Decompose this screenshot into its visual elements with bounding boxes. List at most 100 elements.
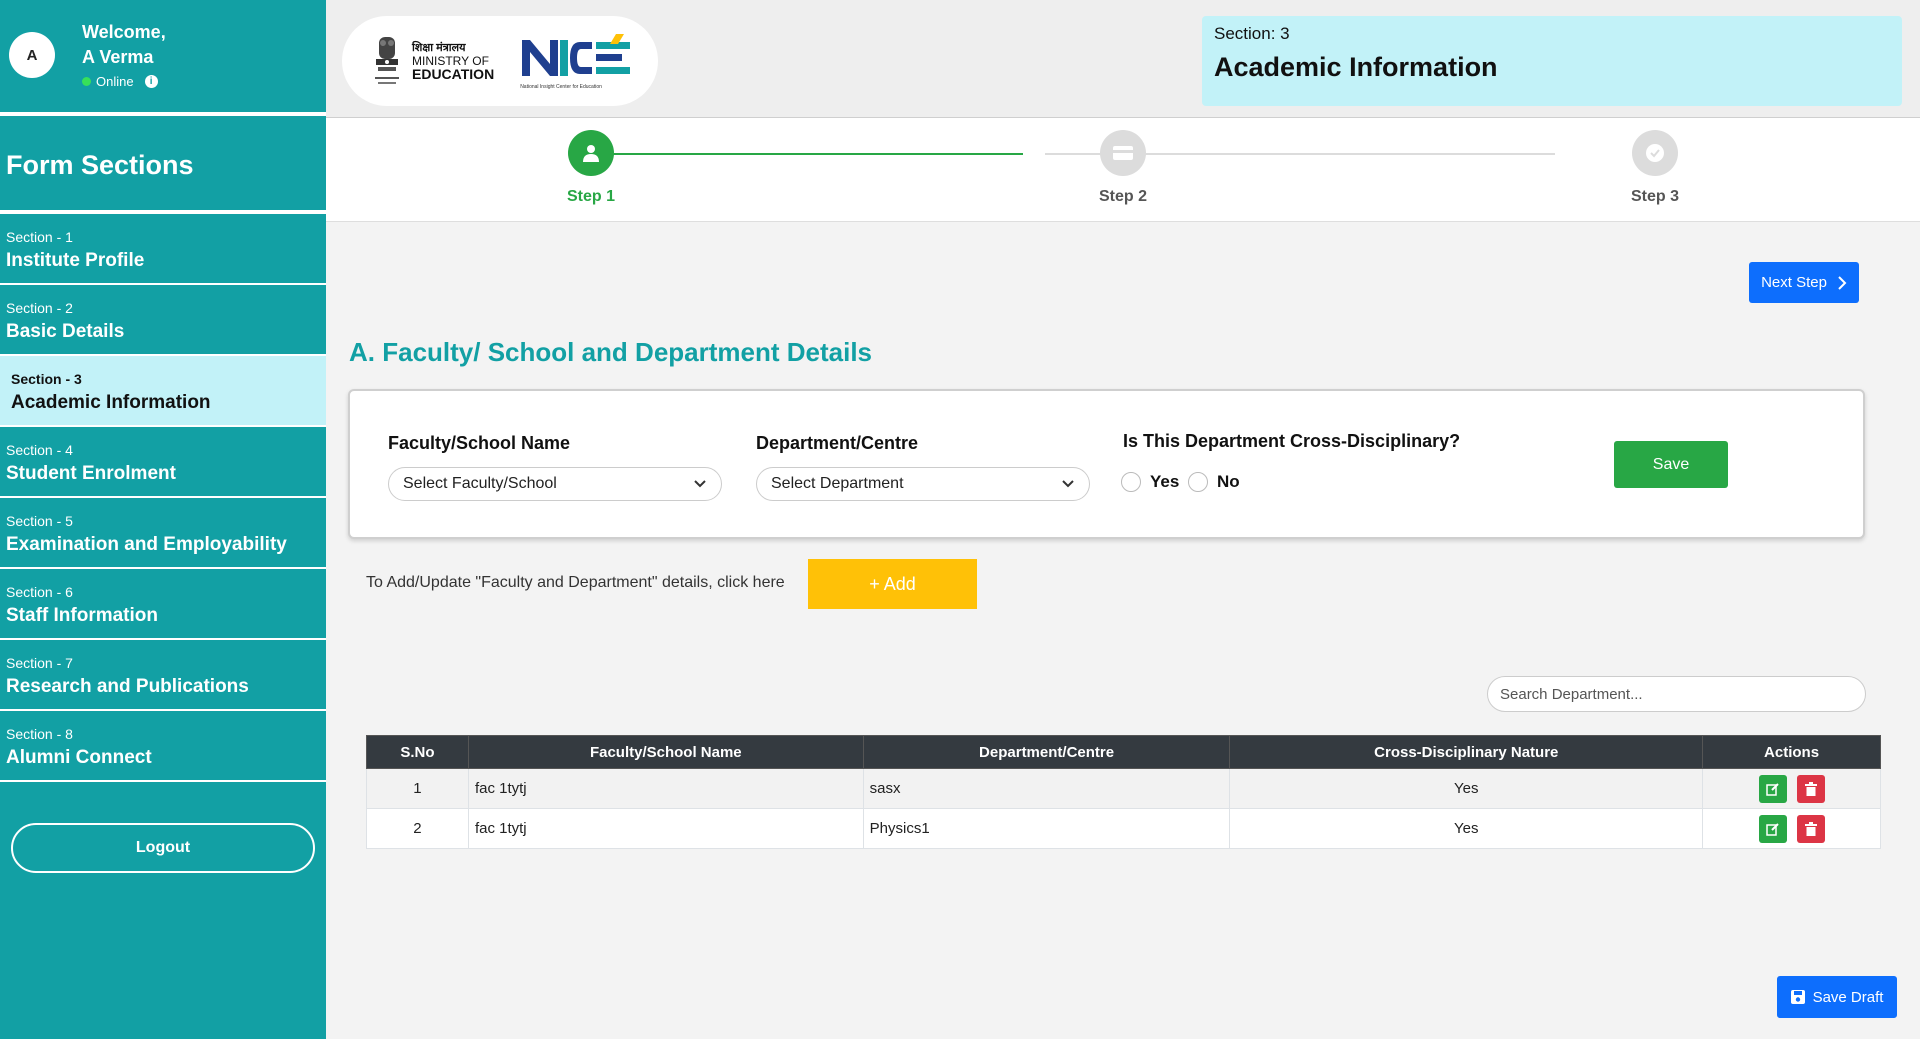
ministry-hindi: शिक्षा मंत्रालय <box>412 41 466 54</box>
chevron-down-icon <box>1062 480 1074 488</box>
sidebar-item-examination-employability[interactable]: Section - 5 Examination and Employabilit… <box>0 498 326 569</box>
logo-area: शिक्षा मंत्रालय MINISTRY OF EDUCATION Na… <box>342 16 658 106</box>
col-cross: Cross-Disciplinary Nature <box>1229 735 1704 769</box>
cell-actions <box>1702 808 1881 849</box>
table-header-row: S.No Faculty/School Name Department/Cent… <box>366 735 1881 769</box>
department-select-value: Select Department <box>771 475 904 492</box>
user-name: A Verma <box>82 47 154 67</box>
sidebar-item-label: Alumni Connect <box>6 747 152 768</box>
table-row: 2 fac 1tytj Physics1 Yes <box>366 808 1881 849</box>
user-box: A Welcome, A Verma Online i <box>0 0 326 116</box>
step-3-indicator[interactable] <box>1632 130 1678 176</box>
next-step-button[interactable]: Next Step <box>1749 262 1859 303</box>
header: शिक्षा मंत्रालय MINISTRY OF EDUCATION Na… <box>326 0 1920 118</box>
cell-sno: 2 <box>366 808 469 849</box>
sidebar-item-label: Research and Publications <box>6 676 249 697</box>
sidebar-item-section: Section - 8 <box>6 726 73 742</box>
department-select[interactable]: Select Department <box>756 467 1090 501</box>
welcome-text: Welcome, A Verma <box>82 20 166 70</box>
cell-department: sasx <box>862 768 1231 809</box>
save-button[interactable]: Save <box>1614 441 1728 488</box>
sidebar-item-section: Section - 2 <box>6 300 73 316</box>
sidebar-item-section: Section - 3 <box>11 371 82 387</box>
table-row: 1 fac 1tytj sasx Yes <box>366 768 1881 809</box>
online-dot-icon <box>82 77 91 86</box>
col-sno: S.No <box>366 735 469 769</box>
cross-yes-radio[interactable] <box>1121 472 1141 492</box>
cross-no-radio[interactable] <box>1188 472 1208 492</box>
sidebar-item-label: Academic Information <box>11 392 211 413</box>
trash-icon <box>1804 821 1817 836</box>
edit-button[interactable] <box>1758 774 1787 803</box>
floppy-disk-icon <box>1790 990 1805 1004</box>
section-card: Section: 3 Academic Information <box>1202 16 1902 106</box>
save-draft-button[interactable]: Save Draft <box>1777 976 1897 1018</box>
chevron-right-icon <box>1838 275 1847 290</box>
cross-yes-label[interactable]: Yes <box>1150 472 1179 492</box>
col-faculty: Faculty/School Name <box>467 735 864 769</box>
step-3-label[interactable]: Step 3 <box>1605 188 1705 206</box>
sidebar-item-label: Basic Details <box>6 321 125 342</box>
step-1-indicator[interactable] <box>568 130 614 176</box>
step-1-label[interactable]: Step 1 <box>541 188 641 206</box>
step-2-label[interactable]: Step 2 <box>1073 188 1173 206</box>
nice-tagline: National Insight Center for Education <box>520 84 602 90</box>
sidebar-item-section: Section - 5 <box>6 513 73 529</box>
cross-no-label[interactable]: No <box>1217 472 1240 492</box>
cell-cross: Yes <box>1229 808 1704 849</box>
edit-button[interactable] <box>1758 814 1787 843</box>
status-text: Online <box>96 74 134 89</box>
sidebar: A Welcome, A Verma Online i Form Section… <box>0 0 326 1039</box>
welcome-greeting: Welcome, <box>82 22 166 42</box>
ministry-line3: EDUCATION <box>412 65 495 82</box>
sidebar-item-research-publications[interactable]: Section - 7 Research and Publications <box>0 640 326 711</box>
sidebar-item-label: Staff Information <box>6 605 158 626</box>
sidebar-item-staff-information[interactable]: Section - 6 Staff Information <box>0 569 326 640</box>
cell-faculty: fac 1tytj <box>467 808 864 849</box>
cell-sno: 1 <box>366 768 469 809</box>
col-actions: Actions <box>1702 735 1881 769</box>
delete-button[interactable] <box>1796 814 1825 843</box>
edit-icon <box>1765 782 1779 796</box>
department-label: Department/Centre <box>756 433 919 453</box>
delete-button[interactable] <box>1796 774 1825 803</box>
chevron-down-icon <box>694 480 706 488</box>
faculty-label: Faculty/School Name <box>388 433 571 453</box>
user-status: Online i <box>82 74 158 89</box>
cell-department: Physics1 <box>862 808 1231 849</box>
add-button[interactable]: + Add <box>808 559 977 609</box>
sidebar-item-section: Section - 6 <box>6 584 73 600</box>
nice-logo: National Insight Center for Education <box>520 32 632 90</box>
cell-cross: Yes <box>1229 768 1704 809</box>
sidebar-title: Form Sections <box>0 116 326 214</box>
department-table: S.No Faculty/School Name Department/Cent… <box>366 735 1881 849</box>
sidebar-item-section: Section - 4 <box>6 442 73 458</box>
check-circle-icon <box>1646 144 1664 162</box>
cell-faculty: fac 1tytj <box>467 768 864 809</box>
search-department-input[interactable] <box>1487 676 1866 712</box>
save-draft-label: Save Draft <box>1812 988 1884 1006</box>
card-icon <box>1113 146 1133 160</box>
sidebar-item-section: Section - 7 <box>6 655 73 671</box>
sidebar-item-label: Institute Profile <box>6 250 145 271</box>
section-number: Section: 3 <box>1214 24 1290 43</box>
cell-actions <box>1702 768 1881 809</box>
col-department: Department/Centre <box>862 735 1231 769</box>
step-2-indicator[interactable] <box>1100 130 1146 176</box>
faculty-select[interactable]: Select Faculty/School <box>388 467 722 501</box>
sidebar-item-student-enrolment[interactable]: Section - 4 Student Enrolment <box>0 427 326 498</box>
sidebar-item-institute-profile[interactable]: Section - 1 Institute Profile <box>0 214 326 285</box>
avatar[interactable]: A <box>9 32 55 78</box>
info-icon[interactable]: i <box>144 75 158 88</box>
step-connector-1 <box>591 153 1023 155</box>
sidebar-item-basic-details[interactable]: Section - 2 Basic Details <box>0 285 326 356</box>
ministry-text: शिक्षा मंत्रालय MINISTRY OF EDUCATION <box>412 42 494 81</box>
user-icon <box>583 145 599 162</box>
logout-button[interactable]: Logout <box>11 823 315 873</box>
sidebar-item-alumni-connect[interactable]: Section - 8 Alumni Connect <box>0 711 326 782</box>
sidebar-item-academic-information[interactable]: Section - 3 Academic Information <box>0 356 326 427</box>
section-heading: A. Faculty/ School and Department Detail… <box>349 337 872 367</box>
edit-icon <box>1765 822 1779 836</box>
section-title: Academic Information <box>1214 52 1498 82</box>
sidebar-item-section: Section - 1 <box>6 229 73 245</box>
